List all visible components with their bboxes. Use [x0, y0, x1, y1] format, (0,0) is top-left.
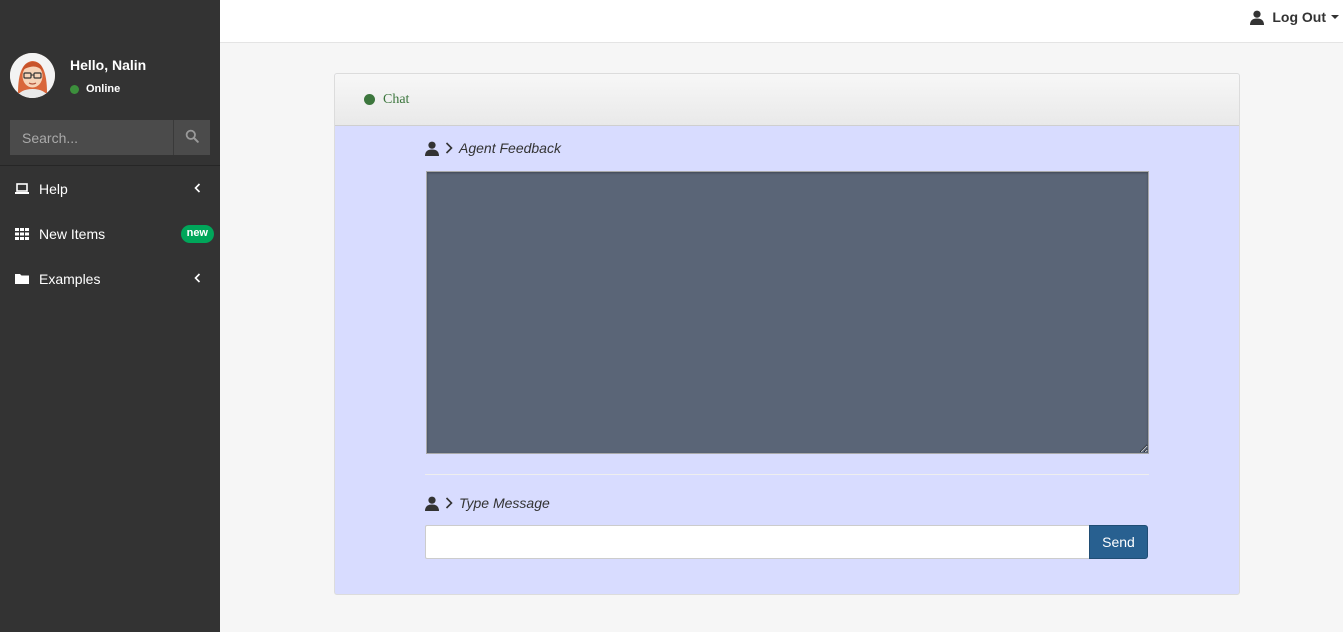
sidebar-menu: Help New Items new Examples: [0, 166, 220, 301]
send-button[interactable]: Send: [1089, 525, 1148, 559]
grid-icon: [15, 227, 29, 241]
folder-icon: [15, 272, 29, 286]
chevron-left-icon: [194, 270, 201, 286]
new-badge: new: [180, 225, 214, 243]
sidebar-item-examples[interactable]: Examples: [0, 256, 220, 301]
chevron-right-icon: [445, 497, 453, 509]
type-message-text: Type Message: [459, 495, 550, 511]
sidebar-item-new-items[interactable]: New Items new: [0, 211, 220, 256]
search-icon: [185, 129, 199, 146]
agent-feedback-text: Agent Feedback: [459, 140, 561, 156]
chat-panel-heading: Chat: [335, 74, 1239, 126]
top-navbar: Log Out: [220, 0, 1343, 43]
logout-dropdown[interactable]: Log Out: [1250, 9, 1339, 25]
message-input[interactable]: [425, 525, 1090, 559]
user-icon: [1250, 10, 1265, 25]
logout-label: Log Out: [1272, 9, 1326, 25]
user-panel: Hello, Nalin Online: [0, 0, 220, 115]
user-status: Online: [70, 83, 120, 95]
sidebar-item-label: Help: [39, 180, 68, 197]
chevron-left-icon: [194, 180, 201, 196]
user-greeting: Hello, Nalin: [70, 57, 147, 73]
search-button[interactable]: [173, 120, 210, 155]
user-status-text: Online: [86, 83, 121, 95]
chevron-right-icon: [445, 142, 453, 154]
chat-panel: Chat Agent Feedback Type Message Send: [334, 73, 1240, 595]
sidebar-item-label: New Items: [39, 225, 106, 242]
chat-status-dot: [364, 94, 375, 105]
sidebar-item-help[interactable]: Help: [0, 166, 220, 211]
laptop-icon: [15, 182, 29, 196]
search-input[interactable]: [10, 120, 173, 155]
user-icon: [425, 496, 439, 511]
caret-down-icon: [1331, 15, 1339, 19]
avatar: [10, 53, 55, 98]
chat-title: Chat: [383, 91, 410, 107]
type-message-label: Type Message: [425, 495, 550, 511]
online-status-dot: [70, 84, 79, 94]
sidebar-search-form: [10, 120, 210, 155]
agent-feedback-label: Agent Feedback: [425, 140, 561, 156]
panel-divider: [425, 474, 1149, 475]
sidebar-item-label: Examples: [39, 270, 101, 287]
user-icon: [425, 141, 439, 156]
agent-feedback-textarea[interactable]: [426, 171, 1149, 454]
sidebar: Hello, Nalin Online Help: [0, 0, 220, 632]
